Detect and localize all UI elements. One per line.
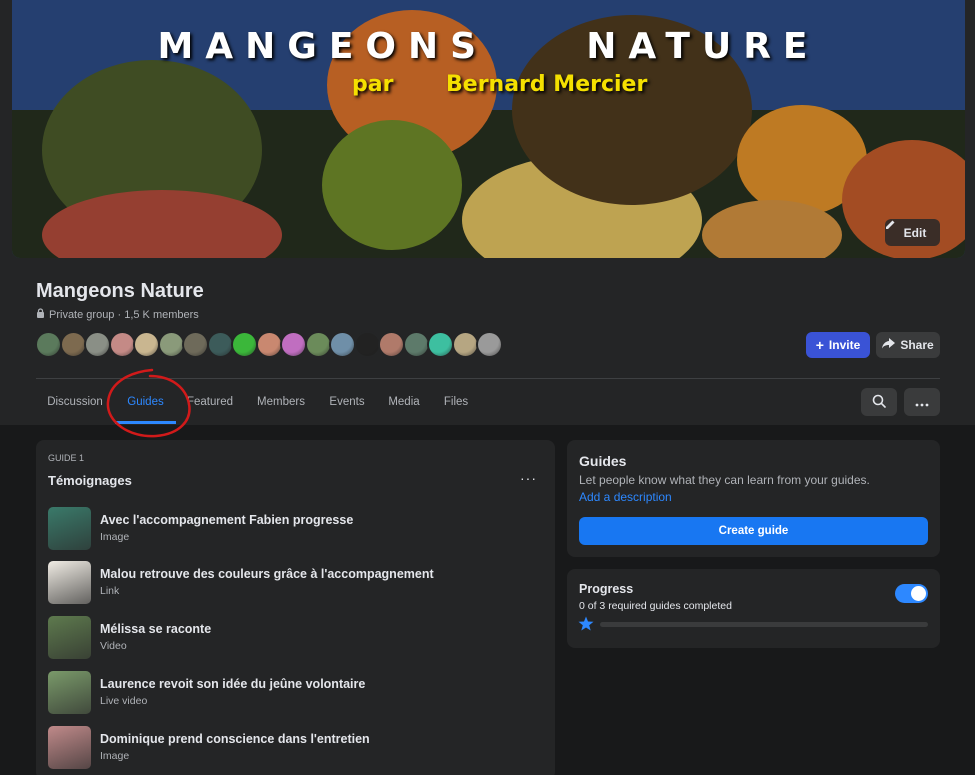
member-avatar[interactable] bbox=[108, 331, 136, 358]
member-avatar[interactable] bbox=[329, 331, 356, 358]
member-avatar[interactable] bbox=[35, 331, 62, 358]
share-button[interactable]: Share bbox=[876, 332, 940, 358]
share-icon bbox=[882, 338, 896, 352]
progress-text: 0 of 3 required guides completed bbox=[579, 600, 732, 612]
guide-item-title: Malou retrouve des couleurs grâce à l'ac… bbox=[100, 567, 434, 581]
toggle-knob bbox=[911, 586, 926, 601]
guide-item[interactable]: Malou retrouve des couleurs grâce à l'ac… bbox=[48, 561, 543, 605]
plus-icon: + bbox=[815, 337, 824, 353]
ellipsis-icon bbox=[915, 394, 929, 410]
guide-item-type: Link bbox=[100, 585, 120, 597]
member-avatar[interactable] bbox=[133, 331, 160, 358]
search-group-button[interactable] bbox=[861, 388, 897, 416]
progress-bar bbox=[600, 622, 928, 627]
guide-number: GUIDE 1 bbox=[48, 453, 85, 463]
guide-item[interactable]: Dominique prend conscience dans l'entret… bbox=[48, 726, 543, 770]
guides-panel-description: Let people know what they can learn from… bbox=[579, 473, 870, 487]
share-label: Share bbox=[900, 338, 934, 352]
member-avatar[interactable] bbox=[59, 331, 87, 358]
member-avatar[interactable] bbox=[402, 331, 430, 358]
guide-item[interactable]: Laurence revoit son idée du jeûne volont… bbox=[48, 671, 543, 715]
guide-title[interactable]: Témoignages bbox=[48, 473, 132, 488]
guide-item[interactable]: Avec l'accompagnement Fabien progresse I… bbox=[48, 507, 543, 551]
search-icon bbox=[872, 394, 886, 411]
cover-subtitle-author: Bernard Mercier bbox=[446, 72, 648, 97]
lock-icon bbox=[36, 308, 45, 321]
guide-item-title: Mélissa se raconte bbox=[100, 622, 212, 636]
edit-cover-button[interactable]: Edit bbox=[885, 219, 940, 246]
guides-panel: Guides Let people know what they can lea… bbox=[567, 440, 940, 557]
group-name[interactable]: Mangeons Nature bbox=[36, 280, 204, 303]
member-avatar[interactable] bbox=[476, 331, 503, 358]
member-avatar[interactable] bbox=[84, 331, 111, 358]
guide-item-type: Video bbox=[100, 640, 127, 652]
progress-panel: Progress 0 of 3 required guides complete… bbox=[567, 569, 940, 648]
member-avatar[interactable] bbox=[280, 331, 307, 358]
guide-item-type: Live video bbox=[100, 695, 148, 707]
guide-item-type: Image bbox=[100, 531, 130, 543]
guide-item-thumbnail bbox=[48, 507, 91, 550]
member-avatar[interactable] bbox=[353, 331, 381, 358]
group-meta: Private group · 1,5 K members bbox=[36, 308, 199, 321]
guide-item-title: Laurence revoit son idée du jeûne volont… bbox=[100, 677, 366, 691]
member-avatar[interactable] bbox=[255, 331, 283, 358]
progress-toggle[interactable] bbox=[895, 584, 928, 603]
member-avatar[interactable] bbox=[378, 331, 405, 358]
member-avatar[interactable] bbox=[304, 331, 332, 358]
guide-item-thumbnail bbox=[48, 616, 91, 659]
create-guide-button[interactable]: Create guide bbox=[579, 517, 928, 545]
cover-photo: MANGEONS NATURE par Bernard Mercier Edit bbox=[12, 0, 965, 258]
member-avatar[interactable] bbox=[157, 331, 185, 358]
guide-more-button[interactable]: ··· bbox=[520, 470, 537, 486]
member-avatar[interactable] bbox=[182, 331, 209, 358]
member-avatar[interactable] bbox=[451, 331, 479, 358]
more-options-button[interactable] bbox=[904, 388, 940, 416]
tab-members[interactable]: Members bbox=[249, 380, 313, 424]
guide-item-thumbnail bbox=[48, 671, 91, 714]
guide-item-type: Image bbox=[100, 750, 130, 762]
invite-label: Invite bbox=[828, 338, 861, 352]
invite-button[interactable]: + Invite bbox=[806, 332, 870, 358]
member-avatar[interactable] bbox=[427, 331, 454, 358]
tab-files[interactable]: Files bbox=[436, 380, 476, 424]
member-avatar[interactable] bbox=[206, 331, 234, 358]
cover-title: MANGEONS NATURE bbox=[157, 26, 820, 67]
edit-label: Edit bbox=[903, 225, 927, 240]
tab-events[interactable]: Events bbox=[321, 380, 373, 424]
add-description-link[interactable]: Add a description bbox=[579, 490, 672, 504]
cover-subtitle-par: par bbox=[352, 72, 394, 97]
member-avatar[interactable] bbox=[231, 331, 258, 358]
guide-item-thumbnail bbox=[48, 726, 91, 769]
tab-media[interactable]: Media bbox=[381, 380, 427, 424]
guide-item[interactable]: Mélissa se raconte Video bbox=[48, 616, 543, 660]
group-meta-text: Private group · 1,5 K members bbox=[49, 308, 199, 321]
hand-drawn-circle-annotation bbox=[106, 368, 191, 438]
guides-panel-title: Guides bbox=[579, 453, 627, 469]
guide-card: GUIDE 1 Témoignages ··· Avec l'accompagn… bbox=[36, 440, 555, 775]
guide-item-title: Dominique prend conscience dans l'entret… bbox=[100, 732, 370, 746]
progress-title: Progress bbox=[579, 582, 634, 596]
guide-item-title: Avec l'accompagnement Fabien progresse bbox=[100, 513, 354, 527]
guide-item-thumbnail bbox=[48, 561, 91, 604]
star-icon bbox=[578, 616, 594, 636]
